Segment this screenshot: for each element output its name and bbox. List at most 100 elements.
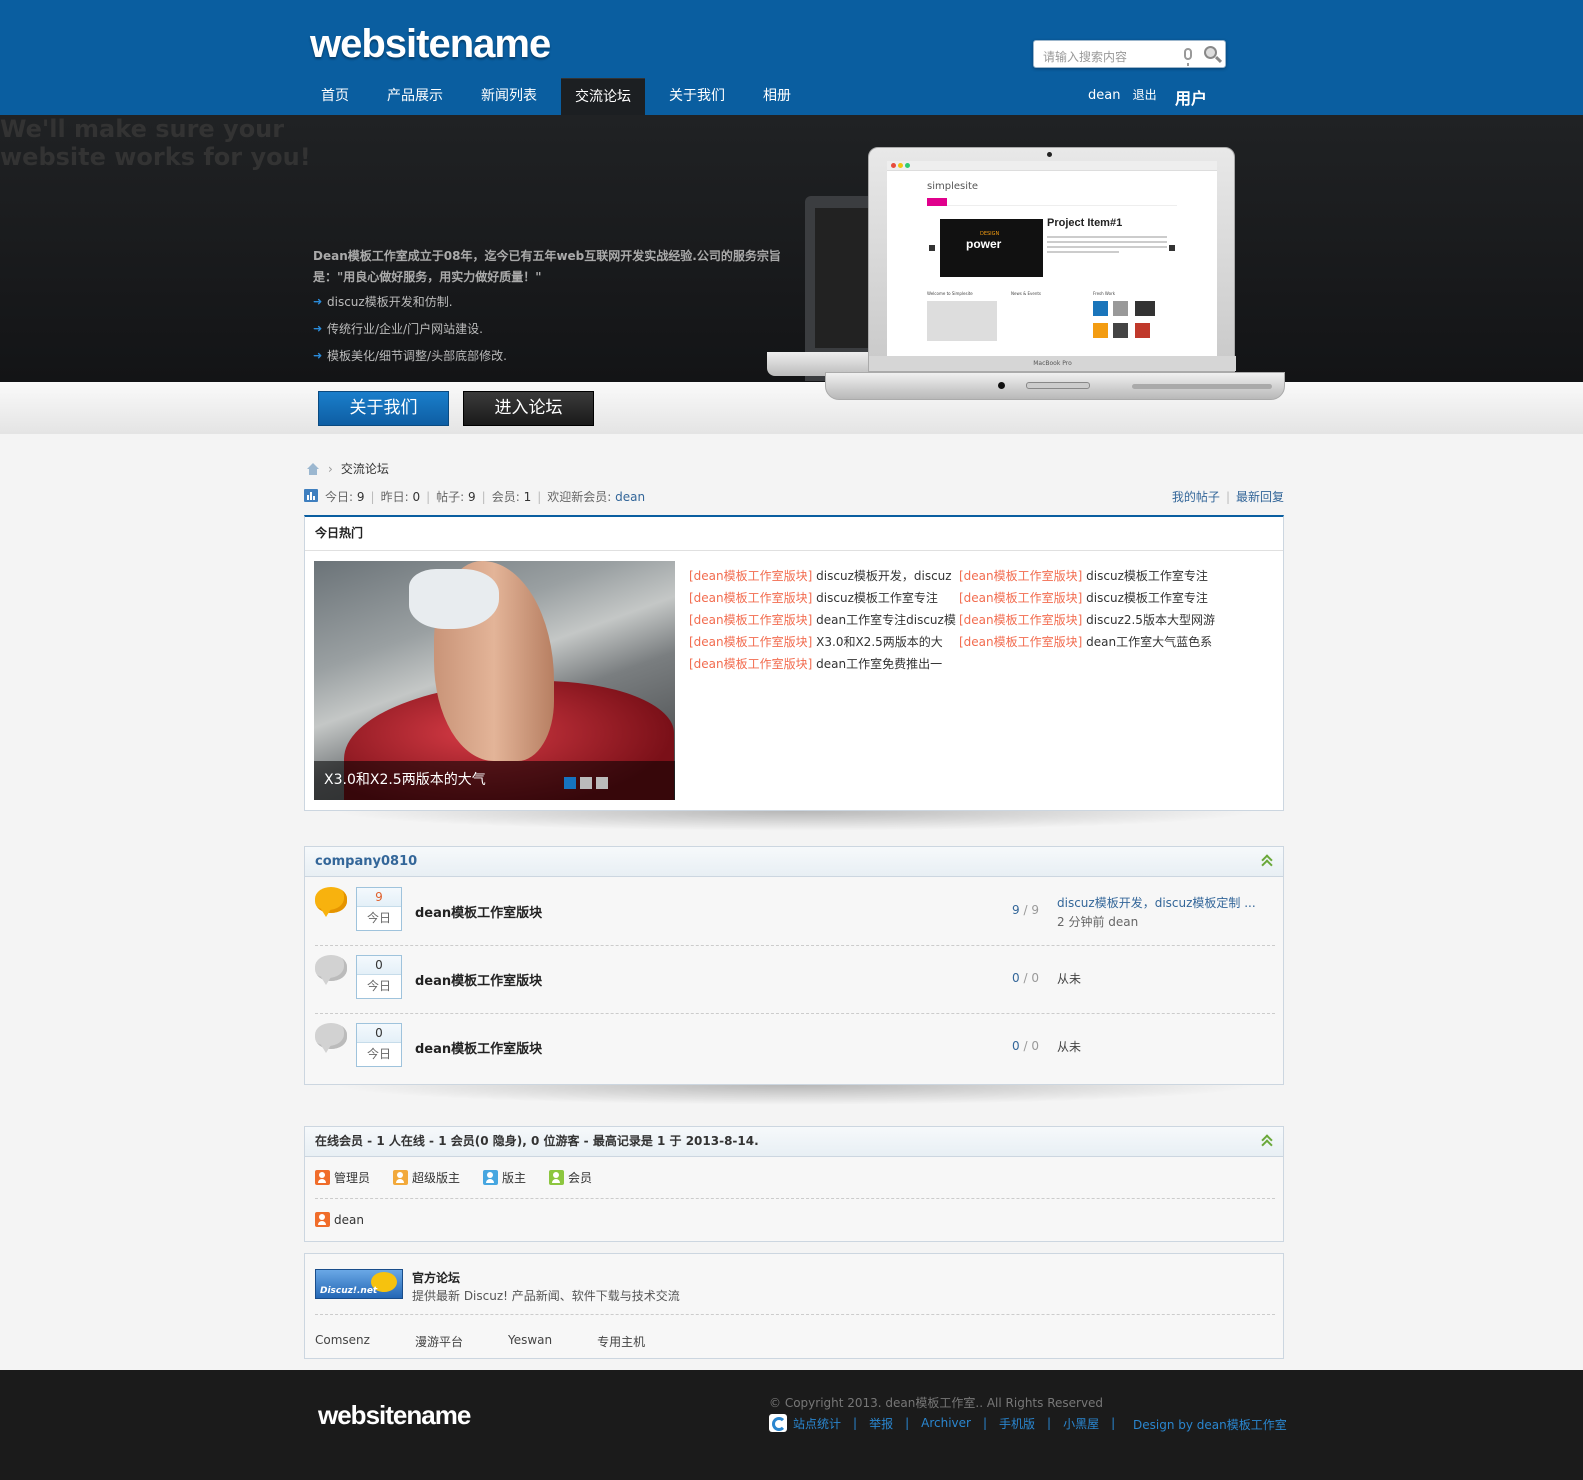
- friend-link[interactable]: Comsenz: [315, 1333, 370, 1350]
- hot-title[interactable]: dean工作室大气蓝色系: [1086, 635, 1212, 649]
- nav-news[interactable]: 新闻列表: [467, 78, 551, 115]
- nav-album[interactable]: 相册: [749, 78, 805, 115]
- microphone-icon[interactable]: [1184, 48, 1192, 66]
- hot-title[interactable]: discuz模板工作室专注: [1086, 591, 1208, 605]
- hero-line-1: We'll make sure your: [0, 115, 285, 143]
- forum-name-link[interactable]: dean模板工作室版块: [415, 902, 542, 921]
- enter-forum-button[interactable]: 进入论坛: [463, 391, 594, 426]
- nav-about[interactable]: 关于我们: [655, 78, 739, 115]
- hot-tag[interactable]: [dean模板工作室版块]: [959, 591, 1082, 605]
- list-item: [dean模板工作室版块] discuz模板工作室专注: [959, 565, 1215, 587]
- report-link[interactable]: 举报: [869, 1415, 893, 1432]
- screen-site-logo: simplesite: [927, 181, 979, 192]
- friend-link[interactable]: 专用主机: [597, 1333, 645, 1350]
- search-input[interactable]: 请输入搜索内容: [1033, 40, 1226, 68]
- today-count: 0 今日: [356, 955, 402, 999]
- online-member-link[interactable]: dean: [334, 1213, 364, 1227]
- collapse-icon[interactable]: [1261, 1135, 1271, 1147]
- slide-dot[interactable]: [596, 777, 608, 789]
- friend-link[interactable]: Yeswan: [508, 1333, 552, 1350]
- hot-today-title: 今日热门: [305, 517, 1283, 551]
- breadcrumb-current[interactable]: 交流论坛: [341, 460, 389, 477]
- cnzz-icon[interactable]: [769, 1414, 787, 1432]
- panel-shadow: [330, 1085, 1260, 1105]
- logout-link[interactable]: 退出: [1133, 88, 1157, 102]
- slide-dot[interactable]: [564, 777, 576, 789]
- site-header: websitename 请输入搜索内容 首页 产品展示 新闻列表 交流论坛 关于…: [0, 0, 1583, 115]
- design-credit-link[interactable]: Design by dean模板工作室: [1133, 1416, 1287, 1433]
- blacklist-link[interactable]: 小黑屋: [1063, 1415, 1099, 1432]
- username-link[interactable]: dean: [1088, 88, 1120, 103]
- hot-tag[interactable]: [dean模板工作室版块]: [959, 613, 1082, 627]
- latest-replies-link[interactable]: 最新回复: [1236, 490, 1284, 504]
- hot-title[interactable]: discuz模板开发，discuz: [816, 569, 951, 583]
- hot-tag[interactable]: [dean模板工作室版块]: [689, 591, 812, 605]
- hot-tag[interactable]: [dean模板工作室版块]: [689, 569, 812, 583]
- breadcrumb: › 交流论坛: [306, 460, 389, 477]
- hot-tag[interactable]: [dean模板工作室版块]: [689, 635, 812, 649]
- hero-bullet: discuz模板开发和仿制.: [313, 290, 507, 317]
- nav-forum[interactable]: 交流论坛: [561, 78, 645, 115]
- list-item: [dean模板工作室版块] X3.0和X2.5两版本的大: [689, 631, 956, 653]
- slide-dot[interactable]: [580, 777, 592, 789]
- thread-post-count: 0 / 0: [1012, 1039, 1039, 1053]
- admin-user-icon: [315, 1212, 330, 1227]
- forum-name-link[interactable]: dean模板工作室版块: [415, 1038, 542, 1057]
- hot-tag[interactable]: [dean模板工作室版块]: [959, 635, 1082, 649]
- mobile-link[interactable]: 手机版: [999, 1415, 1035, 1432]
- hot-title[interactable]: dean工作室免费推出一: [816, 657, 942, 671]
- hot-title[interactable]: discuz模板工作室专注: [816, 591, 938, 605]
- online-title[interactable]: 在线会员 - 1 人在线 - 1 会员(0 隐身), 0 位游客 - 最高记录是…: [305, 1127, 1283, 1157]
- today-count: 9 今日: [356, 887, 402, 931]
- list-item: [dean模板工作室版块] discuz模板工作室专注: [689, 587, 956, 609]
- thread-count: 0: [1012, 971, 1020, 985]
- site-logo[interactable]: websitename: [310, 22, 551, 67]
- moderator-user-icon: [483, 1170, 499, 1185]
- last-post-link[interactable]: discuz模板开发，discuz模板定制 ...: [1057, 896, 1256, 910]
- legend-label: 管理员: [334, 1171, 371, 1185]
- nav-home[interactable]: 首页: [307, 78, 363, 115]
- text-links: Comsenz 漫游平台 Yeswan 专用主机: [315, 1333, 645, 1350]
- hot-slideshow[interactable]: X3.0和X2.5两版本的大气: [314, 561, 675, 800]
- forum-row: 0 今日 dean模板工作室版块 0 / 0 从未: [315, 946, 1275, 1014]
- stats-links: 我的帖子 | 最新回复: [1171, 490, 1284, 504]
- hot-list-col2: [dean模板工作室版块] discuz模板工作室专注 [dean模板工作室版块…: [959, 565, 1215, 653]
- about-us-button[interactable]: 关于我们: [318, 391, 449, 426]
- hot-title[interactable]: dean工作室专注discuz模: [816, 613, 956, 627]
- forum-name-link[interactable]: dean模板工作室版块: [415, 970, 542, 989]
- nav-products[interactable]: 产品展示: [373, 78, 457, 115]
- forum-group-title[interactable]: company0810: [305, 847, 1283, 877]
- forum-group-panel: company0810 9 今日 dean模板工作室版块 9 / 9 discuz…: [304, 846, 1284, 1085]
- screen-slide-big: power: [966, 237, 1002, 251]
- hero-description: Dean模板工作室成立于08年，迄今已有五年web互联网开发实战经验.公司的服务…: [313, 249, 781, 284]
- last-post: discuz模板开发，discuz模板定制 ... 2 分钟前 dean: [1057, 894, 1256, 932]
- collapse-icon[interactable]: [1261, 855, 1271, 867]
- new-member-link[interactable]: dean: [615, 490, 645, 504]
- slide-caption[interactable]: X3.0和X2.5两版本的大气: [314, 761, 675, 800]
- stats-link[interactable]: 站点统计: [793, 1415, 841, 1432]
- user-menu-link[interactable]: 用户: [1175, 85, 1207, 109]
- stat-today: 9: [356, 490, 365, 504]
- hot-tag[interactable]: [dean模板工作室版块]: [689, 657, 812, 671]
- my-posts-link[interactable]: 我的帖子: [1172, 490, 1220, 504]
- search-icon[interactable]: [1204, 46, 1217, 59]
- post-count: 9: [1031, 903, 1039, 917]
- laptop-screen: simplesite DESIGN power Project Item#1 W…: [887, 161, 1217, 356]
- discuz-logo[interactable]: Discuz!.net: [315, 1269, 403, 1299]
- hot-tag[interactable]: [dean模板工作室版块]: [689, 613, 812, 627]
- hot-title[interactable]: X3.0和X2.5两版本的大: [816, 635, 943, 649]
- footer-logo[interactable]: websitename: [318, 1400, 471, 1431]
- hot-title[interactable]: discuz2.5版本大型网游: [1086, 613, 1215, 627]
- official-forum-link[interactable]: 官方论坛: [412, 1269, 460, 1286]
- hot-tag[interactable]: [dean模板工作室版块]: [959, 569, 1082, 583]
- last-post-meta: 从未: [1057, 972, 1082, 986]
- friend-link[interactable]: 漫游平台: [415, 1333, 463, 1350]
- home-icon[interactable]: [306, 462, 320, 475]
- bar-chart-icon: [304, 489, 318, 502]
- screen-section-2: News & Events: [1011, 291, 1042, 296]
- hot-title[interactable]: discuz模板工作室专注: [1086, 569, 1208, 583]
- last-post-meta: 从未: [1057, 1040, 1082, 1054]
- archiver-link[interactable]: Archiver: [921, 1416, 971, 1430]
- hero-headline: We'll make sure your website works for y…: [0, 115, 311, 171]
- legend-label: 会员: [568, 1171, 593, 1185]
